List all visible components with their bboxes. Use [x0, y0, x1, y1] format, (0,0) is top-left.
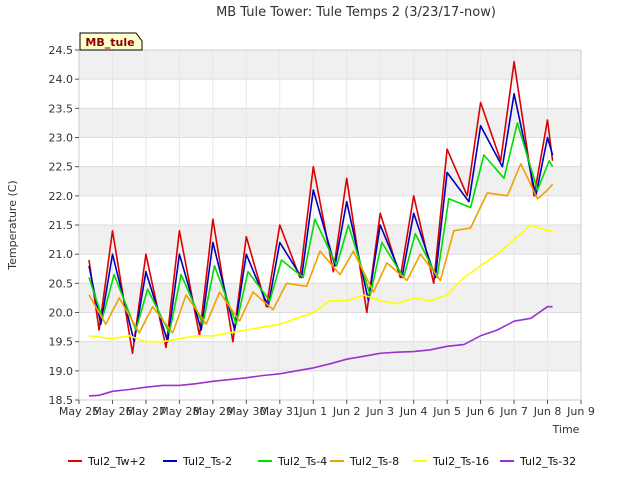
band [79, 341, 581, 371]
legend-label: Tul2_Ts-32 [519, 455, 576, 468]
x-tick-label: Jun 6 [466, 405, 495, 418]
y-tick-label: 24.0 [49, 73, 74, 86]
legend-item-4: Tul2_Ts-16 [413, 455, 489, 468]
y-tick-label: 23.0 [49, 132, 74, 145]
y-tick-label: 22.0 [49, 190, 74, 203]
band [79, 50, 581, 80]
y-tick-label: 21.5 [49, 219, 74, 232]
legend-item-3: Tul2_Ts-8 [330, 455, 399, 468]
x-tick-label: Jun 5 [432, 405, 461, 418]
y-tick-label: 23.5 [49, 102, 74, 115]
x-axis-label: Time [552, 423, 580, 436]
y-axis-ticks: 18.519.019.520.020.521.021.522.022.523.0… [49, 44, 79, 407]
x-tick-label: Jun 9 [566, 405, 595, 418]
x-tick-label: Jun 2 [332, 405, 361, 418]
x-tick-label: Jun 1 [298, 405, 327, 418]
y-tick-label: 20.0 [49, 307, 74, 320]
y-tick-label: 20.5 [49, 277, 74, 290]
y-tick-label: 19.0 [49, 365, 74, 378]
x-tick-label: May 31 [260, 405, 300, 418]
y-tick-label: 21.0 [49, 248, 74, 261]
legend-label: Tul2_Ts-2 [182, 455, 232, 468]
legend-item-5: Tul2_Ts-32 [500, 455, 576, 468]
site-tag-label: MB_tule [85, 36, 134, 49]
legend-label: Tul2_Ts-16 [432, 455, 489, 468]
legend-label: Tul2_Ts-8 [349, 455, 399, 468]
y-tick-label: 24.5 [49, 44, 74, 57]
legend-label: Tul2_Tw+2 [87, 455, 146, 468]
legend-label: Tul2_Ts-4 [277, 455, 327, 468]
legend-item-1: Tul2_Ts-2 [163, 455, 232, 468]
temperature-chart: MB Tule Tower: Tule Temps 2 (3/23/17-now… [6, 5, 595, 468]
x-tick-label: Jun 4 [399, 405, 428, 418]
legend: Tul2_Tw+2 Tul2_Ts-2 Tul2_Ts-4 Tul2_Ts-8 Tul2… [68, 455, 576, 468]
chart-title: MB Tule Tower: Tule Temps 2 (3/23/17-now… [216, 5, 496, 20]
y-tick-label: 19.5 [49, 336, 74, 349]
legend-item-0: Tul2_Tw+2 [68, 455, 146, 468]
x-tick-label: Jun 3 [365, 405, 394, 418]
site-tag: MB_tule [79, 32, 143, 51]
x-tick-label: Jun 7 [499, 405, 528, 418]
legend-item-2: Tul2_Ts-4 [258, 455, 327, 468]
y-axis-label: Temperature (C) [6, 180, 19, 270]
x-axis-ticks: May 25May 26May 27May 28May 29May 30May … [59, 400, 595, 418]
y-tick-label: 22.5 [49, 161, 74, 174]
x-tick-label: Jun 8 [533, 405, 562, 418]
